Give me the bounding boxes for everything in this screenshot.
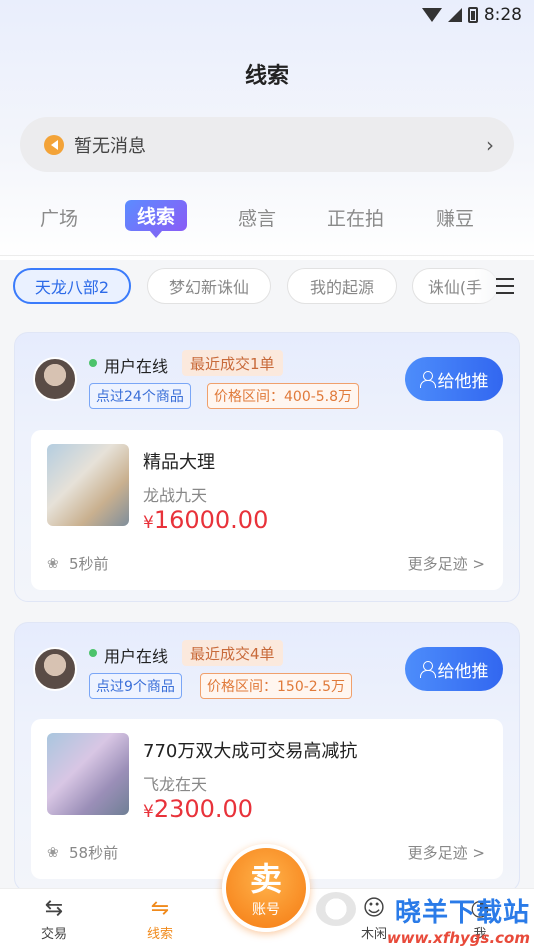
paw-icon: ❀	[47, 556, 59, 572]
price-range-badge: 价格区间：150-2.5万	[200, 673, 353, 699]
online-status: 用户在线	[104, 357, 169, 376]
item-price: ¥16000.00	[143, 506, 269, 534]
clue-card: 用户在线 最近成交1单 点过24个商品 价格区间：400-5.8万 给他推 精品…	[14, 332, 520, 602]
filter-chip-tianlong[interactable]: 天龙八部2	[13, 268, 131, 304]
tab-earn-beans[interactable]: 赚豆	[436, 204, 474, 231]
item-name: 精品大理	[143, 452, 215, 473]
nav-trade[interactable]: ⇆ 交易	[24, 895, 84, 942]
item-time: 58秒前	[69, 844, 119, 862]
paw-icon: ❀	[47, 845, 59, 861]
sheep-logo-icon	[316, 892, 356, 926]
tab-bar: 广场 线索 感言 正在拍 赚豆	[0, 198, 534, 238]
person-icon	[419, 371, 436, 388]
online-dot	[89, 359, 97, 367]
tab-testimonials[interactable]: 感言	[238, 204, 276, 231]
avatar[interactable]	[33, 647, 77, 691]
filter-chip-qiyuan[interactable]: 我的起源	[287, 268, 397, 304]
battery-icon	[467, 7, 478, 23]
watermark: 晓羊下载站 www.xfhygs.com	[386, 898, 530, 947]
more-footprints-link[interactable]: 更多足迹 >	[408, 553, 485, 574]
more-footprints-link[interactable]: 更多足迹 >	[408, 842, 485, 863]
item-panel[interactable]: 精品大理 龙战九天 ¥16000.00 ❀ 5秒前 更多足迹 >	[31, 430, 503, 590]
tab-square[interactable]: 广场	[40, 204, 78, 231]
chevron-right-icon: ›	[486, 132, 494, 157]
status-bar: 8:28	[0, 0, 534, 30]
online-dot	[89, 649, 97, 657]
online-status: 用户在线	[104, 647, 169, 666]
item-thumbnail	[47, 733, 129, 815]
deal-count-badge: 最近成交1单	[182, 350, 283, 376]
push-label: 给他推	[437, 661, 489, 682]
push-button[interactable]: 给他推	[405, 647, 503, 691]
game-filter-row: 天龙八部2 梦幻新诛仙 我的起源 诛仙(手	[0, 268, 534, 304]
speaker-icon	[44, 134, 64, 155]
status-time: 8:28	[483, 5, 522, 25]
tab-auction[interactable]: 正在拍	[327, 204, 384, 231]
sell-main-label: 卖	[249, 860, 282, 898]
price-range-badge: 价格区间：400-5.8万	[207, 383, 360, 409]
wifi-icon	[421, 8, 442, 22]
push-button[interactable]: 给他推	[405, 357, 503, 401]
item-time: 5秒前	[69, 555, 109, 573]
item-price: ¥2300.00	[143, 795, 254, 823]
sell-account-button[interactable]: 卖 账号	[222, 844, 310, 932]
item-thumbnail	[47, 444, 129, 526]
divider	[0, 255, 534, 256]
filter-chip-menghuan[interactable]: 梦幻新诛仙	[147, 268, 271, 304]
list-menu-icon[interactable]	[496, 278, 514, 294]
item-name: 770万双大成可交易高减抗	[143, 741, 358, 762]
viewed-badge: 点过9个商品	[89, 673, 182, 699]
item-server: 龙战九天	[143, 486, 208, 505]
nav-clues[interactable]: ⇋ 线索	[130, 895, 190, 942]
signal-icon	[447, 8, 462, 22]
person-icon	[419, 661, 436, 678]
item-server: 飞龙在天	[143, 775, 208, 794]
deal-count-badge: 最近成交4单	[182, 640, 283, 666]
page-title: 线索	[244, 64, 289, 89]
sell-sub-label: 账号	[252, 902, 280, 918]
notice-text: 暂无消息	[74, 135, 146, 157]
avatar[interactable]	[33, 357, 77, 401]
tab-clues[interactable]: 线索	[125, 200, 188, 238]
trade-icon: ⇆	[44, 896, 64, 921]
viewed-badge: 点过24个商品	[89, 383, 191, 409]
clue-icon: ⇋	[150, 896, 170, 921]
push-label: 给他推	[437, 371, 489, 392]
notice-bar[interactable]: 暂无消息 ›	[20, 117, 514, 172]
